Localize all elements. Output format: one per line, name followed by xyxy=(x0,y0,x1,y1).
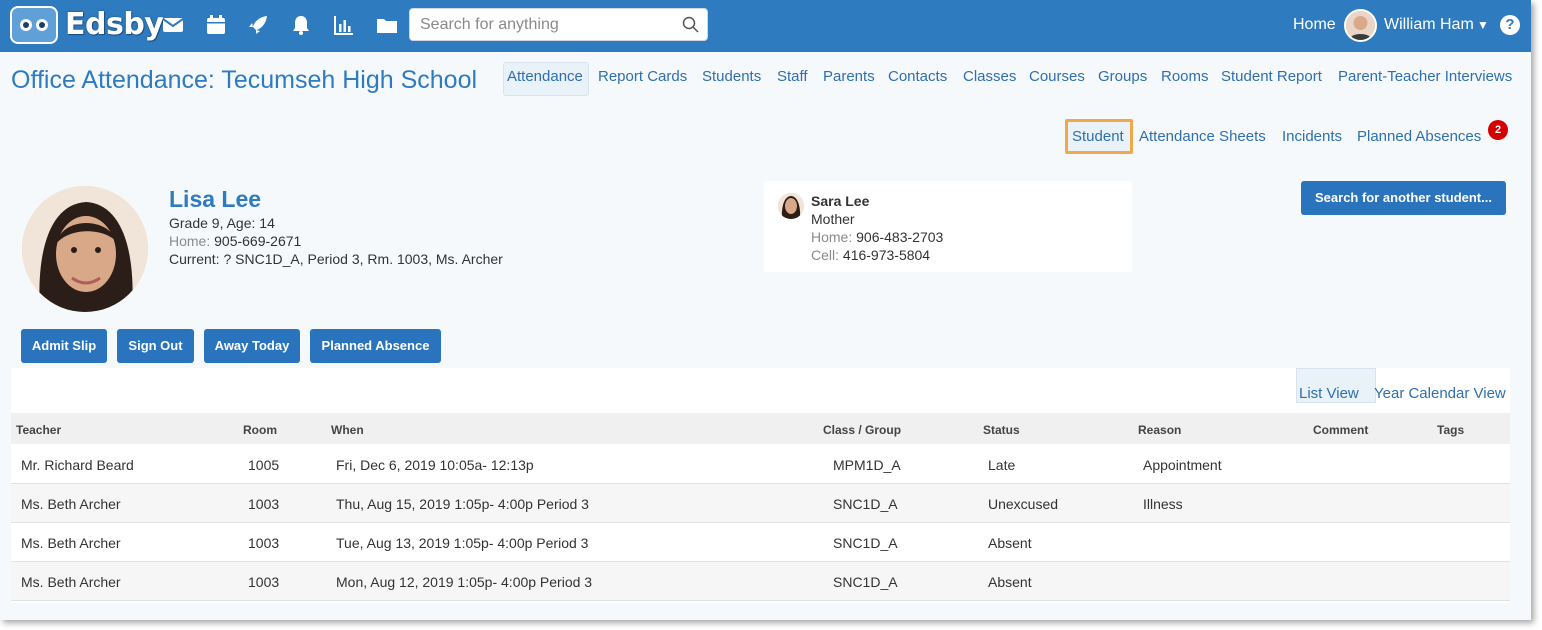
col-room[interactable]: Room xyxy=(243,423,277,437)
tab-student[interactable]: Student xyxy=(1072,128,1124,145)
cell-status: Late xyxy=(988,457,1016,473)
chart-icon[interactable] xyxy=(333,14,355,36)
year-calendar-view-toggle[interactable]: Year Calendar View xyxy=(1374,385,1506,402)
attendance-records-panel: List View Year Calendar View Teacher Roo… xyxy=(11,368,1510,603)
bell-icon[interactable] xyxy=(290,14,312,36)
student-grade-age: Grade 9, Age: 14 xyxy=(169,215,275,231)
table-row[interactable]: Ms. Beth Archer 1003 Thu, Aug 15, 2019 1… xyxy=(11,484,1510,523)
cell-class-group: SNC1D_A xyxy=(833,535,898,551)
edsby-logo-icon[interactable] xyxy=(10,6,58,44)
cell-teacher: Mr. Richard Beard xyxy=(21,457,134,473)
planned-absences-badge: 2 xyxy=(1488,120,1508,140)
tab-incidents[interactable]: Incidents xyxy=(1282,128,1342,145)
nav-parent-teacher-interviews[interactable]: Parent-Teacher Interviews xyxy=(1338,68,1512,85)
app-logo-text[interactable]: Edsby xyxy=(65,7,164,42)
sign-out-button[interactable]: Sign Out xyxy=(117,329,194,363)
list-view-toggle[interactable]: List View xyxy=(1299,385,1359,402)
app-window: Edsby Home Willi xyxy=(0,0,1531,620)
contact-home-phone: 906-483-2703 xyxy=(856,229,944,245)
cell-teacher: Ms. Beth Archer xyxy=(21,496,121,512)
cell-reason: Illness xyxy=(1143,496,1183,512)
nav-report-cards[interactable]: Report Cards xyxy=(598,68,687,85)
page-title: Office Attendance: Tecumseh High School xyxy=(11,66,478,94)
cell-status: Absent xyxy=(988,535,1032,551)
contact-home-label: Home: xyxy=(811,229,853,245)
search-another-student-button[interactable]: Search for another student... xyxy=(1301,181,1506,215)
contact-relation: Mother xyxy=(811,211,855,227)
student-photo xyxy=(22,186,148,312)
cell-status: Unexcused xyxy=(988,496,1059,512)
student-home-phone-row: Home: 905-669-2671 xyxy=(169,233,301,249)
search-input[interactable] xyxy=(418,15,682,35)
student-current-class: Current: ? SNC1D_A, Period 3, Rm. 1003, … xyxy=(169,251,503,267)
contact-cell-label: Cell: xyxy=(811,247,840,263)
cell-when: Thu, Aug 15, 2019 1:05p- 4:00p Period 3 xyxy=(336,496,589,512)
col-status[interactable]: Status xyxy=(983,423,1020,437)
away-today-button[interactable]: Away Today xyxy=(204,329,300,363)
parent-contact-card: Sara Lee Mother Home: 906-483-2703 Cell:… xyxy=(764,181,1132,272)
table-header: Teacher Room When Class / Group Status R… xyxy=(11,413,1510,444)
student-home-phone: 905-669-2671 xyxy=(214,233,302,249)
contact-home-row: Home: 906-483-2703 xyxy=(811,229,943,245)
nav-groups[interactable]: Groups xyxy=(1098,68,1147,85)
calendar-icon[interactable] xyxy=(205,14,227,36)
col-teacher[interactable]: Teacher xyxy=(16,423,61,437)
search-icon[interactable] xyxy=(682,16,699,33)
cell-class-group: SNC1D_A xyxy=(833,496,898,512)
user-avatar[interactable] xyxy=(1344,9,1377,42)
home-label: Home: xyxy=(169,233,211,249)
cell-status: Absent xyxy=(988,574,1032,590)
cell-when: Fri, Dec 6, 2019 10:05a- 12:13p xyxy=(336,457,534,473)
col-when[interactable]: When xyxy=(331,423,364,437)
nav-student-report[interactable]: Student Report xyxy=(1221,68,1322,85)
nav-classes[interactable]: Classes xyxy=(963,68,1016,85)
top-bar: Edsby Home Willi xyxy=(0,0,1531,52)
cell-when: Tue, Aug 13, 2019 1:05p- 4:00p Period 3 xyxy=(336,535,589,551)
table-row[interactable]: Ms. Beth Archer 1003 Tue, Aug 13, 2019 1… xyxy=(11,523,1510,562)
table-row[interactable]: Mr. Richard Beard 1005 Fri, Dec 6, 2019 … xyxy=(11,445,1510,484)
cell-reason: Appointment xyxy=(1143,457,1222,473)
cell-room: 1003 xyxy=(248,496,280,512)
cell-teacher: Ms. Beth Archer xyxy=(21,574,121,590)
cell-room: 1003 xyxy=(248,535,280,551)
global-search[interactable] xyxy=(409,8,708,41)
help-icon[interactable]: ? xyxy=(1500,15,1520,35)
tab-planned-absences[interactable]: Planned Absences xyxy=(1357,128,1481,145)
col-comment[interactable]: Comment xyxy=(1313,423,1368,437)
admit-slip-button[interactable]: Admit Slip xyxy=(21,329,107,363)
col-tags[interactable]: Tags xyxy=(1437,423,1464,437)
nav-parents[interactable]: Parents xyxy=(823,68,875,85)
cell-class-group: MPM1D_A xyxy=(833,457,901,473)
col-class-group[interactable]: Class / Group xyxy=(823,423,901,437)
student-name[interactable]: Lisa Lee xyxy=(169,186,261,213)
nav-staff[interactable]: Staff xyxy=(777,68,808,85)
nav-attendance[interactable]: Attendance xyxy=(507,68,583,85)
nav-rooms[interactable]: Rooms xyxy=(1161,68,1209,85)
contact-cell-row: Cell: 416-973-5804 xyxy=(811,247,930,263)
folder-icon[interactable] xyxy=(376,14,398,36)
user-name[interactable]: William Ham xyxy=(1384,16,1474,34)
home-link[interactable]: Home xyxy=(1293,16,1336,34)
cell-room: 1003 xyxy=(248,574,280,590)
col-reason[interactable]: Reason xyxy=(1138,423,1181,437)
rocket-icon[interactable] xyxy=(247,14,269,36)
nav-courses[interactable]: Courses xyxy=(1029,68,1085,85)
nav-students[interactable]: Students xyxy=(702,68,761,85)
tab-attendance-sheets[interactable]: Attendance Sheets xyxy=(1139,128,1266,145)
cell-teacher: Ms. Beth Archer xyxy=(21,535,121,551)
cell-room: 1005 xyxy=(248,457,280,473)
cell-when: Mon, Aug 12, 2019 1:05p- 4:00p Period 3 xyxy=(336,574,593,590)
contact-cell-phone: 416-973-5804 xyxy=(842,247,931,263)
contact-name[interactable]: Sara Lee xyxy=(811,193,869,209)
cell-class-group: SNC1D_A xyxy=(833,574,898,590)
table-row[interactable]: Ms. Beth Archer 1003 Mon, Aug 12, 2019 1… xyxy=(11,562,1510,601)
mail-icon[interactable] xyxy=(162,14,184,36)
contact-avatar xyxy=(778,193,804,219)
planned-absence-button[interactable]: Planned Absence xyxy=(310,329,441,363)
nav-contacts[interactable]: Contacts xyxy=(888,68,947,85)
chevron-down-icon[interactable]: ▼ xyxy=(1477,18,1489,32)
